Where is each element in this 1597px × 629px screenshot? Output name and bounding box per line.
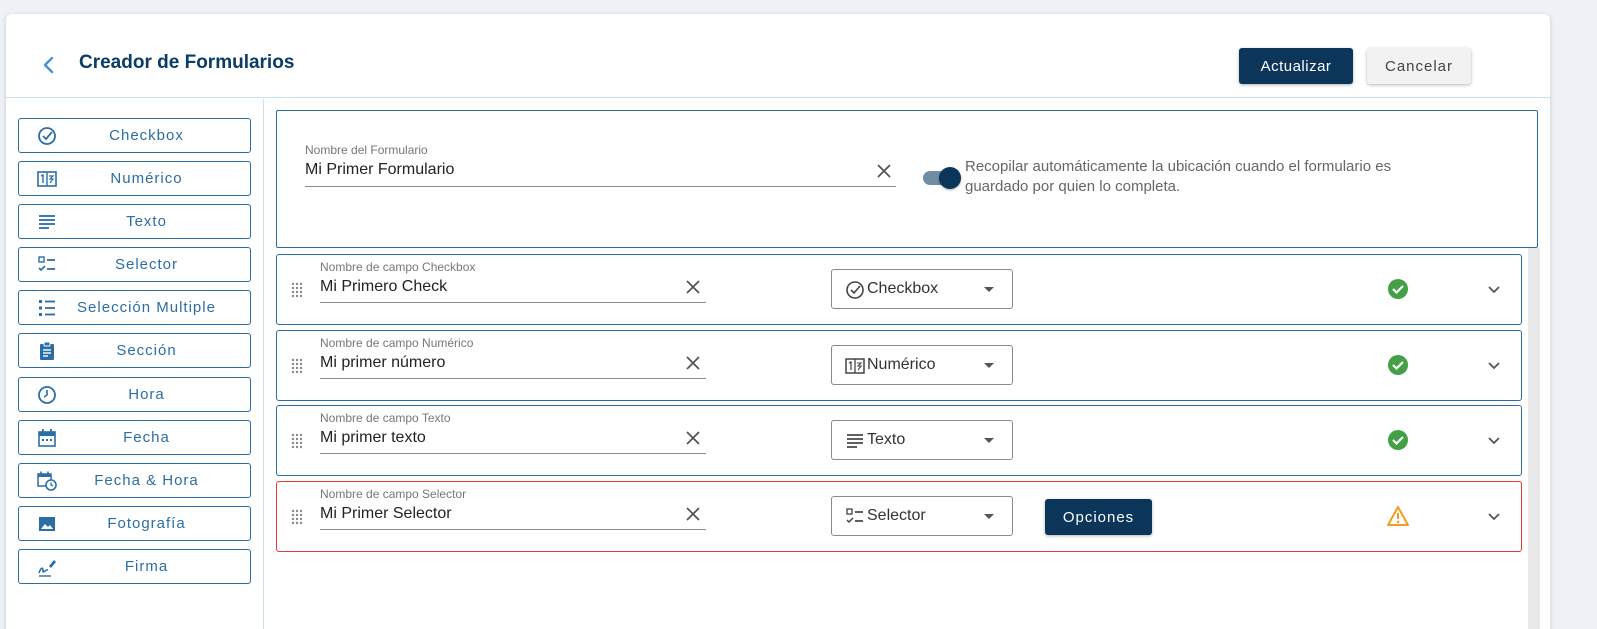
field-name-input[interactable]: Mi primer texto [320,429,426,447]
field-type-select[interactable]: Selector [831,496,1013,536]
check-circle-filled-icon [1388,430,1408,450]
form-builder-window: Creador de Formularios Actualizar Cancel… [6,14,1550,629]
sidebar-item-photo[interactable]: Fotografía [18,506,251,541]
drag-handle-icon[interactable] [290,432,304,450]
location-toggle-text: Recopilar automáticamente la ubicación c… [965,158,1392,195]
options-button[interactable]: Opciones [1045,499,1152,535]
text-lines-icon [39,215,55,229]
checklist-icon [38,256,55,272]
clock-icon [38,386,56,404]
text-lines-icon [847,434,863,448]
field-name-underline [320,529,706,530]
sidebar-item-numeric[interactable]: Numérico [18,161,251,196]
location-toggle[interactable] [921,167,961,189]
field-type-select[interactable]: Checkbox [831,269,1013,309]
cancel-button[interactable]: Cancelar [1367,48,1471,84]
check-circle-filled-icon [1388,355,1408,375]
field-name-underline [320,453,706,454]
field-row-checkbox: Nombre de campo Checkbox Mi Primero Chec… [276,254,1522,325]
form-name-input[interactable]: Mi Primer Formulario [305,161,454,179]
close-icon[interactable] [685,506,701,522]
form-name-label: Nombre del Formulario [305,143,428,157]
field-name-label: Nombre de campo Texto [320,411,451,425]
field-name-input[interactable]: Mi Primero Check [320,278,447,296]
numeric-icon [845,358,865,374]
field-type-select[interactable]: Numérico [831,345,1013,385]
field-row-selector: Nombre de campo Selector Mi Primer Selec… [276,481,1522,552]
chevron-down-icon[interactable] [1487,434,1501,448]
close-icon[interactable] [685,279,701,295]
page-title: Creador de Formularios [79,52,295,73]
check-circle-filled-icon [1388,279,1408,299]
sidebar-item-date[interactable]: Fecha [18,420,251,455]
form-name-underline [305,186,896,187]
field-type-select[interactable]: Texto [831,420,1013,460]
field-name-label: Nombre de campo Checkbox [320,260,476,274]
scrollbar[interactable] [1528,248,1540,629]
warning-icon [1387,506,1409,526]
sidebar-item-text[interactable]: Texto [18,204,251,239]
close-icon[interactable] [685,430,701,446]
list-icon [39,300,55,316]
field-name-underline [320,302,706,303]
field-type-value: Numérico [867,356,936,373]
field-row-numeric: Nombre de campo Numérico Mi primer númer… [276,330,1522,401]
caret-down-icon [984,363,994,368]
chevron-down-icon[interactable] [1487,359,1501,373]
numeric-icon [37,171,57,187]
field-name-underline [320,378,706,379]
field-type-value: Checkbox [867,280,939,297]
field-name-input[interactable]: Mi primer número [320,354,445,372]
field-row-text: Nombre de campo Texto Mi primer texto Te… [276,405,1522,476]
field-name-label: Nombre de campo Numérico [320,336,474,350]
caret-down-icon [984,514,994,519]
clipboard-icon [40,341,54,360]
header: Creador de Formularios Actualizar Cancel… [6,14,1550,98]
close-icon[interactable] [685,355,701,371]
check-circle-icon [846,281,864,299]
signature-icon [38,560,56,577]
field-name-input[interactable]: Mi Primer Selector [320,505,452,523]
form-editor: Nombre del Formulario Mi Primer Formular… [276,110,1550,629]
caret-down-icon [984,438,994,443]
toggle-knob [939,167,961,189]
drag-handle-icon[interactable] [290,508,304,526]
update-button[interactable]: Actualizar [1239,48,1353,84]
check-circle-icon [38,127,56,145]
chevron-left-icon [43,56,54,74]
calendar-icon [38,429,56,447]
drag-handle-icon[interactable] [290,281,304,299]
calendar-clock-icon [37,471,57,491]
back-button[interactable] [38,54,60,76]
sidebar-item-multiple-selection[interactable]: Selección Multiple [18,290,251,325]
sidebar-item-signature[interactable]: Firma [18,549,251,584]
sidebar-item-time[interactable]: Hora [18,377,251,412]
field-type-value: Texto [867,431,906,448]
field-name-label: Nombre de campo Selector [320,487,467,501]
field-type-sidebar: Checkbox Numérico Texto Selector Selecci… [6,99,264,629]
drag-handle-icon[interactable] [290,357,304,375]
form-settings-card: Nombre del Formulario Mi Primer Formular… [276,110,1538,248]
image-icon [39,517,55,531]
chevron-down-icon[interactable] [1487,283,1501,297]
sidebar-item-selector[interactable]: Selector [18,247,251,282]
caret-down-icon [984,287,994,292]
checklist-icon [846,508,863,524]
sidebar-item-date-time[interactable]: Fecha & Hora [18,463,251,498]
sidebar-item-section[interactable]: Sección [18,333,251,368]
chevron-down-icon[interactable] [1487,510,1501,524]
close-icon[interactable] [876,163,892,179]
field-type-value: Selector [867,507,926,524]
sidebar-item-checkbox[interactable]: Checkbox [18,118,251,153]
